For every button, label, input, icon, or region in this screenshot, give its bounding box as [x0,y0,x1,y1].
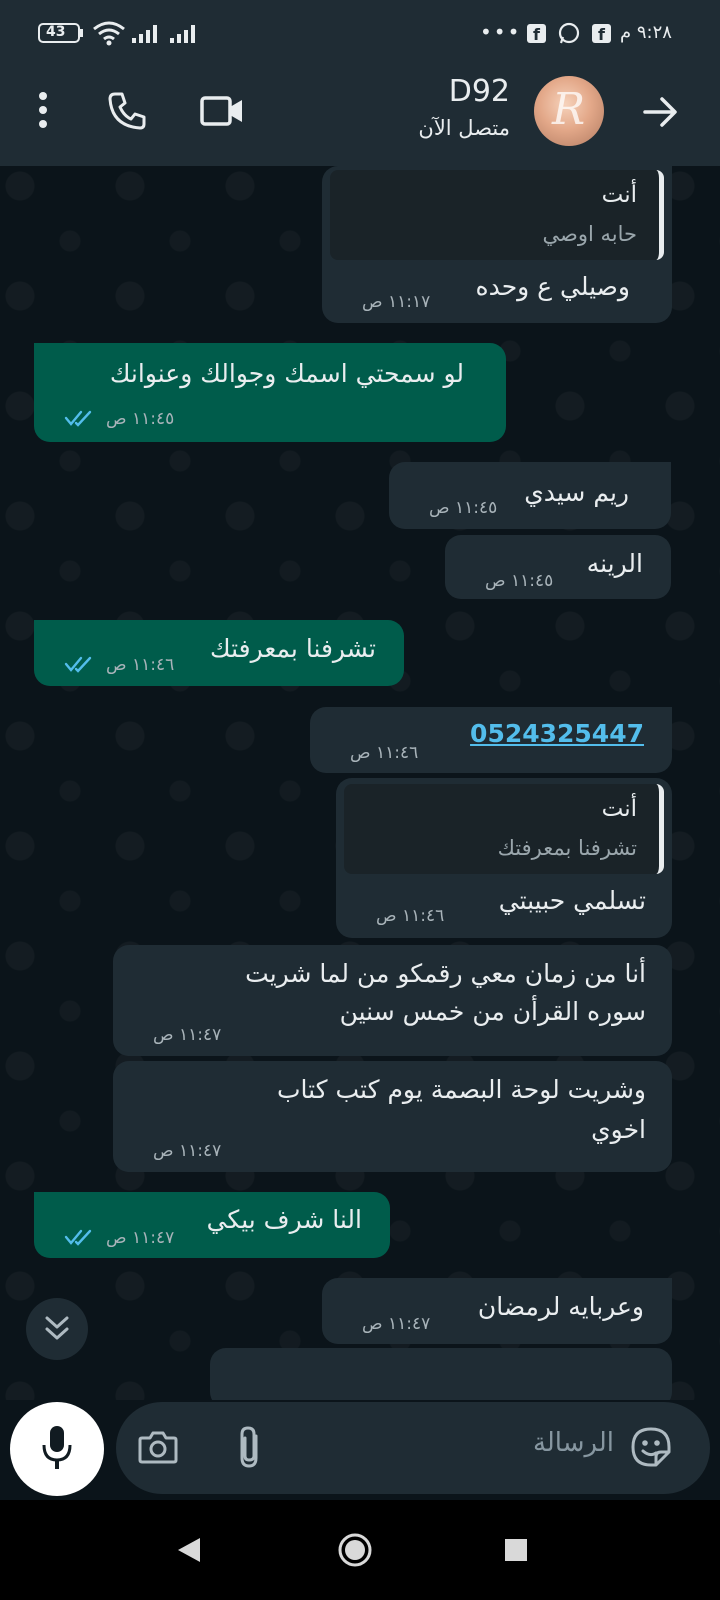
signal-icon [132,25,157,43]
wifi-icon [93,21,125,46]
battery-level: 43 [46,24,66,40]
facebook-notification-icon-2: f [592,24,611,44]
message-text-line: سوره القرأن من خمس سنين [339,997,646,1026]
message-bubble-outgoing[interactable]: لو سمحتي اسمك وجوالك وعنوانك ١١:٤٥ ص [34,343,506,442]
nav-home-icon[interactable] [337,1532,373,1568]
message-time: ١١:٤٧ ص [153,1141,222,1161]
message-time: ١١:١٧ ص [362,292,431,312]
message-text: الرينه [586,549,643,578]
avatar-letter-icon: R [552,84,586,135]
message-bubble-incoming[interactable]: أنت تشرفنا بمعرفتك تسلمي حبيبتي ١١:٤٦ ص [336,778,672,938]
voice-record-button[interactable] [10,1402,104,1496]
whatsapp-notification-icon [558,22,580,44]
message-composer[interactable]: الرسالة [116,1402,710,1494]
quoted-message[interactable]: أنت حابه اوصي [330,170,664,260]
message-time: ١١:٤٧ ص [106,1228,175,1248]
message-time: ١١:٤٧ ص [362,1314,431,1334]
signal-icon-2 [170,25,195,43]
message-bubble-incoming[interactable]: أنت حابه اوصي وصيلي ع وحده ١١:١٧ ص [322,166,672,323]
message-bubble-incoming[interactable]: الرينه ١١:٤٥ ص [445,535,671,599]
facebook-notification-icon: f [527,24,546,44]
quoted-text: حابه اوصي [542,222,637,246]
message-bubble-incoming-partial[interactable] [210,1348,672,1400]
message-text: لو سمحتي اسمك وجوالك وعنوانك [109,359,464,388]
avatar[interactable]: R [534,76,604,146]
message-bubble-outgoing[interactable]: تشرفنا بمعرفتك ١١:٤٦ ص [34,620,404,686]
camera-icon[interactable] [138,1428,178,1466]
read-receipt-icon [64,656,92,673]
back-arrow-icon[interactable] [640,92,680,132]
message-bubble-incoming[interactable]: 0524325447 ١١:٤٦ ص [310,707,672,773]
message-text: النا شرف بيكي [206,1205,362,1234]
quoted-sender: أنت [601,796,637,822]
message-input[interactable]: الرسالة [533,1428,614,1458]
quoted-sender: أنت [601,182,637,208]
contact-status: متصل الآن [418,116,510,140]
message-text: وصيلي ع وحده [475,272,630,301]
message-time: ١١:٤٥ ص [429,498,498,518]
phone-number-link[interactable]: 0524325447 [470,719,644,748]
message-time: ١١:٤٦ ص [376,906,445,926]
chat-area[interactable]: أنت حابه اوصي وصيلي ع وحده ١١:١٧ ص لو سم… [0,166,720,1400]
voice-call-icon[interactable] [106,90,148,132]
nav-back-icon[interactable] [176,1536,202,1564]
message-text-line: وشريت لوحة البصمة يوم كتب كتاب [276,1075,646,1104]
mic-icon [42,1426,72,1469]
message-text-line: أنا من زمان معي رقمكو من لما شريت [245,959,646,988]
read-receipt-icon [64,1229,92,1246]
battery-icon: 43 [38,23,80,43]
quoted-message[interactable]: أنت تشرفنا بمعرفتك [344,784,664,874]
battery-tip-icon [80,29,83,37]
message-text: ريم سيدي [524,478,629,507]
message-bubble-incoming[interactable]: ريم سيدي ١١:٤٥ ص [389,462,671,529]
read-receipt-icon [64,410,92,427]
quoted-text: تشرفنا بمعرفتك [497,836,637,860]
status-bar: 43 ••• f f ٩:٢٨ م [0,0,720,68]
clock: ٩:٢٨ م [620,22,672,43]
attach-icon[interactable] [234,1424,268,1470]
message-time: ١١:٤٥ ص [106,409,175,429]
message-bubble-outgoing[interactable]: النا شرف بيكي ١١:٤٧ ص [34,1192,390,1258]
system-navigation-bar [0,1500,720,1600]
sticker-icon[interactable] [630,1426,672,1468]
more-options-icon[interactable] [34,90,52,130]
message-time: ١١:٤٥ ص [485,571,554,591]
video-call-icon[interactable] [199,94,245,128]
nav-recents-icon[interactable] [503,1537,529,1563]
message-bubble-incoming[interactable]: أنا من زمان معي رقمكو من لما شريت سوره ا… [113,945,672,1056]
message-time: ١١:٤٧ ص [153,1025,222,1045]
scroll-down-icon [45,1316,69,1340]
message-text-line: اخوي [591,1115,646,1144]
message-time: ١١:٤٦ ص [350,743,419,763]
message-bubble-incoming[interactable]: وعربايه لرمضان ١١:٤٧ ص [322,1278,672,1344]
chat-header: D92 متصل الآن R [0,68,720,166]
more-notifications-icon: ••• [480,20,522,44]
scroll-to-bottom-button[interactable] [26,1298,88,1360]
message-bubble-incoming[interactable]: وشريت لوحة البصمة يوم كتب كتاب اخوي ١١:٤… [113,1061,672,1172]
message-text: تسلمي حبيبتي [498,886,646,915]
message-text: وعربايه لرمضان [477,1292,644,1321]
message-time: ١١:٤٦ ص [106,655,175,675]
message-text: تشرفنا بمعرفتك [210,634,376,663]
contact-name[interactable]: D92 [449,74,510,109]
